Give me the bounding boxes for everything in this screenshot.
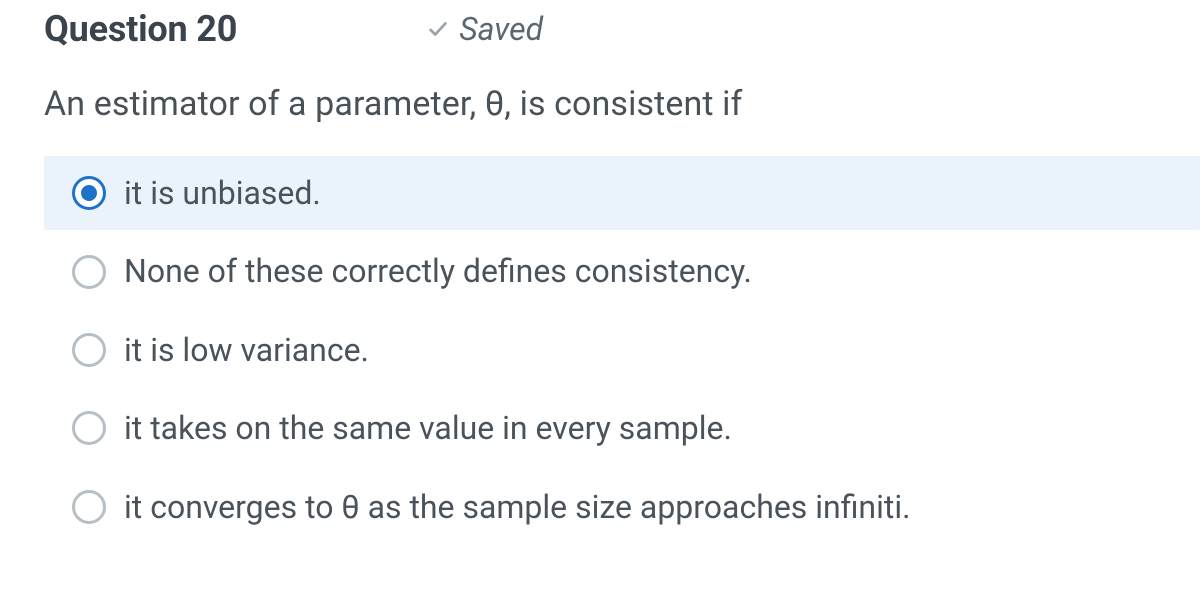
- option-1[interactable]: it is unbiased.: [44, 156, 1200, 230]
- saved-label: Saved: [459, 10, 543, 48]
- radio-icon: [72, 255, 106, 289]
- check-icon: [427, 18, 449, 40]
- radio-icon: [72, 333, 106, 367]
- option-5[interactable]: it converges to θ as the sample size app…: [44, 470, 1200, 544]
- option-label: it converges to θ as the sample size app…: [124, 488, 911, 526]
- option-label: it is unbiased.: [124, 174, 321, 212]
- radio-icon: [72, 176, 106, 210]
- option-label: None of these correctly defines consiste…: [124, 252, 752, 290]
- radio-icon: [72, 490, 106, 524]
- option-2[interactable]: None of these correctly defines consiste…: [44, 234, 1200, 308]
- options-list: it is unbiased. None of these correctly …: [0, 156, 1200, 544]
- question-container: Question 20 Saved An estimator of a para…: [0, 0, 1200, 544]
- question-header: Question 20 Saved: [0, 8, 1200, 50]
- question-title: Question 20: [44, 8, 237, 50]
- option-label: it takes on the same value in every samp…: [124, 409, 732, 447]
- option-4[interactable]: it takes on the same value in every samp…: [44, 391, 1200, 465]
- radio-icon: [72, 411, 106, 445]
- question-prompt: An estimator of a parameter, θ, is consi…: [0, 84, 1200, 124]
- option-3[interactable]: it is low variance.: [44, 313, 1200, 387]
- option-label: it is low variance.: [124, 331, 369, 369]
- saved-indicator: Saved: [427, 10, 543, 48]
